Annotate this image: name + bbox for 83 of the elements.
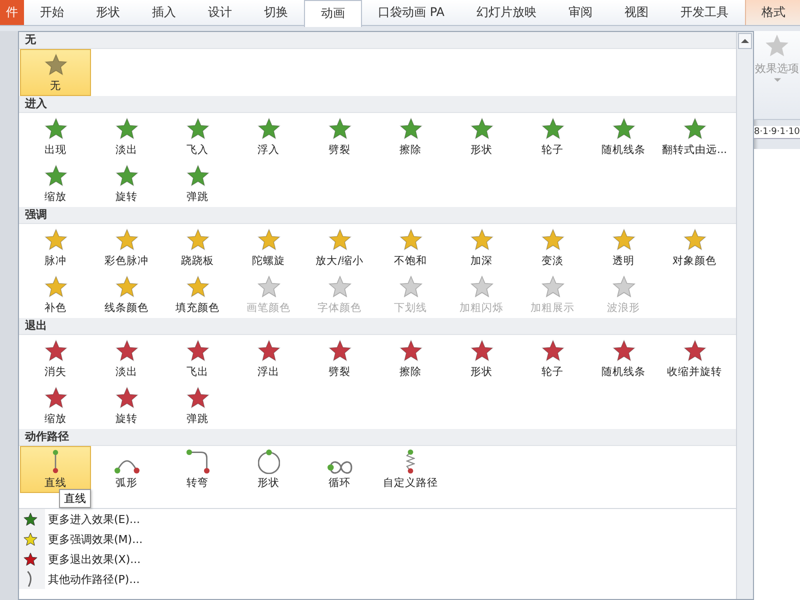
animation-item[interactable]: 飞入 [162,113,233,160]
animation-item[interactable]: 浮出 [233,335,304,382]
ribbon-tab[interactable]: 插入 [136,0,192,25]
menu-item[interactable]: 更多强调效果(M)... [19,529,736,549]
animation-item[interactable]: 陀螺旋 [233,224,304,271]
animation-item[interactable]: 跷跷板 [162,224,233,271]
animation-item[interactable]: 无 [20,49,91,96]
animation-item[interactable]: 弹跳 [162,382,233,429]
animation-item[interactable]: 淡出 [91,335,162,382]
animation-item[interactable]: 弹跳 [162,160,233,207]
animation-item[interactable]: 脉冲 [20,224,91,271]
animation-item[interactable]: 自定义路径 [375,446,446,493]
line-path-icon [52,449,59,474]
animation-item[interactable]: 轮子 [517,113,588,160]
animation-item[interactable]: 透明 [588,224,659,271]
animation-item[interactable]: 直线 [20,446,91,493]
ribbon-tab[interactable]: 设计 [192,0,248,25]
animation-item[interactable]: 形状 [446,335,517,382]
circle-path-icon [258,449,280,474]
star-icon [23,512,38,526]
animation-item[interactable]: 对象颜色 [659,224,730,271]
ribbon-tab[interactable]: 幻灯片放映 [460,0,552,25]
ruler: 8·1·9·1·10 [754,126,800,139]
animation-item[interactable]: 线条颜色 [91,271,162,318]
animation-item[interactable]: 擦除 [375,113,446,160]
section-header: 退出 [19,318,736,335]
animation-item[interactable]: 缩放 [20,382,91,429]
path-icon [27,571,34,587]
ribbon-tab[interactable]: 动画 [304,0,362,27]
menu-item[interactable]: 其他动作路径(P)... [19,569,736,589]
animation-item[interactable]: 浮入 [233,113,304,160]
up-arrow-icon [741,39,749,43]
ribbon-tab[interactable]: 开始 [24,0,80,25]
animation-item[interactable]: 彩色脉冲 [91,224,162,271]
caret-icon [774,78,780,82]
animation-item[interactable]: 随机线条 [588,335,659,382]
menu-item[interactable]: 更多退出效果(X)... [19,549,736,569]
animation-item[interactable]: 淡出 [91,113,162,160]
star-icon [23,532,38,546]
section-header: 强调 [19,207,736,224]
tooltip: 直线 [59,489,91,508]
animation-item[interactable]: 形状 [233,446,304,493]
menu-item[interactable]: 更多进入效果(E)... [19,509,736,529]
animation-item[interactable]: 缩放 [20,160,91,207]
scroll-up-button[interactable] [738,33,752,49]
animation-item[interactable]: 收缩并旋转 [659,335,730,382]
ribbon-tab[interactable]: 审阅 [552,0,608,25]
animation-item[interactable]: 补色 [20,271,91,318]
animation-item[interactable]: 飞出 [162,335,233,382]
section-header: 无 [19,32,736,49]
animation-item[interactable]: 形状 [446,113,517,160]
animation-item[interactable]: 出现 [20,113,91,160]
section-header: 动作路径 [19,429,736,446]
ribbon-tab[interactable]: 件 [0,0,24,25]
animation-item[interactable]: 加深 [446,224,517,271]
ribbon-tab[interactable]: 形状 [80,0,136,25]
animation-item[interactable]: 转弯 [162,446,233,493]
ribbon-tab[interactable]: 口袋动画 PA [362,0,460,25]
animation-item[interactable]: 旋转 [91,382,162,429]
zigzag-path-icon [406,449,415,474]
animation-item[interactable]: 劈裂 [304,113,375,160]
animation-item[interactable]: 随机线条 [588,113,659,160]
animation-item[interactable]: 循环 [304,446,375,493]
animation-item[interactable]: 弧形 [91,446,162,493]
animation-item[interactable]: 劈裂 [304,335,375,382]
turn-path-icon [186,449,210,474]
star-icon [23,552,38,566]
loop-path-icon [326,461,352,474]
ribbon-tab[interactable]: 切换 [248,0,304,25]
ribbon-tab[interactable]: 格式 [744,0,800,25]
animation-item[interactable]: 放大/缩小 [304,224,375,271]
animation-item[interactable]: 填充颜色 [162,271,233,318]
animation-item[interactable]: 擦除 [375,335,446,382]
animation-item[interactable]: 变淡 [517,224,588,271]
ribbon-tab[interactable]: 视图 [608,0,664,25]
animation-item[interactable]: 不饱和 [375,224,446,271]
animation-item[interactable]: 翻转式由远... [659,113,730,160]
animation-item[interactable]: 轮子 [517,335,588,382]
ribbon-tab[interactable]: 开发工具 [664,0,744,25]
animation-item[interactable]: 旋转 [91,160,162,207]
arc-path-icon [114,457,140,474]
section-header: 进入 [19,96,736,113]
animation-item[interactable]: 消失 [20,335,91,382]
